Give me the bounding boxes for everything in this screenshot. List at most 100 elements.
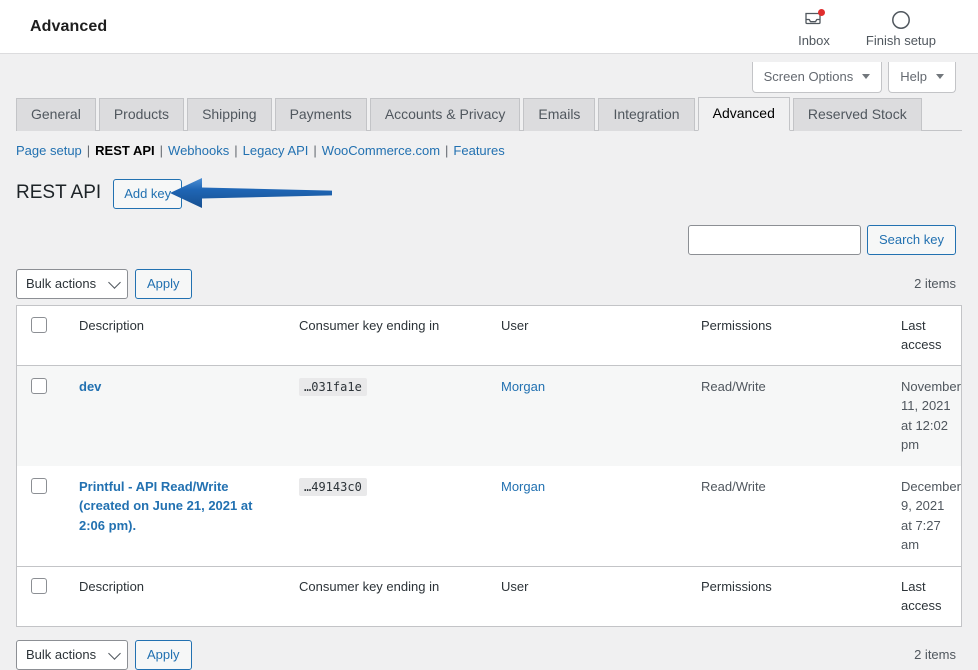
column-header-last-access[interactable]: Last access <box>891 305 962 365</box>
api-key-description-link[interactable]: dev <box>79 379 101 394</box>
chevron-down-icon <box>862 74 871 79</box>
column-footer-last-access[interactable]: Last access <box>891 566 962 626</box>
header-actions: Inbox Finish setup <box>798 6 954 48</box>
row-last-access-cell: December 9, 2021 at 7:27 am <box>901 478 961 553</box>
screen-options-label: Screen Options <box>763 69 854 84</box>
screen-options-button[interactable]: Screen Options <box>751 62 883 93</box>
row-description-cell: Printful - API Read/Write (created on Ju… <box>69 466 289 567</box>
select-all-footer <box>17 566 70 626</box>
row-user-cell: Morgan <box>491 365 691 466</box>
admin-page: Screen Options Help General Products Shi… <box>0 54 978 670</box>
row-last-access-cell: November 11, 2021 at 12:02 pm <box>901 378 961 453</box>
table-foot: Description Consumer key ending in User … <box>16 566 962 626</box>
subnav-link-features[interactable]: Features <box>453 141 504 161</box>
column-header-description[interactable]: Description <box>69 305 289 365</box>
chevron-down-icon <box>936 74 944 79</box>
row-select-cell <box>17 365 70 466</box>
tab-reserved-stock[interactable]: Reserved Stock <box>792 98 922 131</box>
items-count-bottom: 2 items <box>914 647 956 663</box>
progress-circle-icon <box>888 8 914 32</box>
settings-tabs: General Products Shipping Payments Accou… <box>16 97 962 131</box>
tab-shipping[interactable]: Shipping <box>187 98 272 131</box>
search-key-button[interactable]: Search key <box>866 224 956 255</box>
tab-integration[interactable]: Integration <box>598 98 695 131</box>
subnav-separator: | <box>159 142 164 158</box>
row-permissions-cell: Read/Write <box>701 378 766 394</box>
subnav-separator: | <box>445 142 449 158</box>
consumer-key-value: …49143c0 <box>299 477 367 496</box>
select-all-checkbox-top[interactable] <box>31 316 47 333</box>
tab-products[interactable]: Products <box>98 98 185 131</box>
row-permissions-cell: Read/Write <box>701 478 766 494</box>
inbox-notification-badge <box>818 8 825 16</box>
help-button[interactable]: Help <box>888 62 956 93</box>
subnav-link-page-setup[interactable]: Page setup <box>16 141 82 161</box>
tab-advanced[interactable]: Advanced <box>697 97 790 131</box>
api-key-description-link[interactable]: Printful - API Read/Write (created on Ju… <box>79 479 252 533</box>
column-header-consumer-key[interactable]: Consumer key ending in <box>289 305 491 365</box>
column-footer-consumer-key[interactable]: Consumer key ending in <box>289 566 491 626</box>
tablenav-top: Bulk actions Apply 2 items <box>16 268 962 299</box>
subnav-link-legacy-api[interactable]: Legacy API <box>243 141 309 161</box>
tab-general[interactable]: General <box>16 98 96 131</box>
page-title-row: REST API Add key <box>16 177 962 211</box>
apply-button-top[interactable]: Apply <box>135 268 192 299</box>
subnav-link-woocommerce-com[interactable]: WooCommerce.com <box>322 141 440 161</box>
help-label: Help <box>900 69 927 84</box>
row-consumer-key-cell: …49143c0 <box>289 466 491 567</box>
row-description-cell: dev <box>69 365 289 466</box>
table-header-row: Description Consumer key ending in User … <box>16 305 962 366</box>
search-box: Search key <box>16 224 962 255</box>
tab-payments[interactable]: Payments <box>274 98 367 131</box>
row-user-cell: Morgan <box>491 466 691 567</box>
bulk-actions-select-top[interactable]: Bulk actions <box>16 268 128 299</box>
subnav-separator: | <box>313 142 317 158</box>
subnav-separator: | <box>234 142 238 158</box>
screen-meta-links: Screen Options Help <box>16 54 962 93</box>
subnav-item-legacy-api: Legacy API | <box>243 141 322 161</box>
subnav-item-webhooks: Webhooks | <box>168 141 243 161</box>
row-consumer-key-cell: …031fa1e <box>289 365 491 466</box>
table-row: Printful - API Read/Write (created on Ju… <box>17 466 962 567</box>
inbox-button[interactable]: Inbox <box>798 6 830 48</box>
user-link[interactable]: Morgan <box>501 479 545 494</box>
tab-accounts-privacy[interactable]: Accounts & Privacy <box>369 98 521 131</box>
search-input[interactable] <box>687 224 861 255</box>
inbox-label: Inbox <box>798 32 830 48</box>
add-key-button[interactable]: Add key <box>113 178 183 209</box>
column-footer-description[interactable]: Description <box>69 566 289 626</box>
finish-setup-button[interactable]: Finish setup <box>866 6 936 48</box>
api-keys-table: Description Consumer key ending in User … <box>16 304 962 627</box>
subnav-link-rest-api[interactable]: REST API <box>95 141 154 161</box>
woocommerce-activity-header: Advanced Inbox Finish setup <box>0 0 978 54</box>
items-count-top: 2 items <box>914 276 956 292</box>
page-title: REST API <box>16 182 102 204</box>
finish-setup-label: Finish setup <box>865 32 936 48</box>
apply-button-bottom[interactable]: Apply <box>135 639 192 670</box>
bulk-actions-select-wrap: Bulk actions <box>16 639 128 670</box>
table-footer-row: Description Consumer key ending in User … <box>16 566 962 626</box>
consumer-key-value: …031fa1e <box>299 377 367 396</box>
tab-emails[interactable]: Emails <box>523 98 596 131</box>
annotation-arrow-left-icon <box>166 171 336 218</box>
user-link[interactable]: Morgan <box>501 379 545 394</box>
subnav: Page setup | REST API | Webhooks | Legac… <box>16 141 962 161</box>
subnav-link-webhooks[interactable]: Webhooks <box>168 141 229 161</box>
inbox-icon <box>801 8 827 32</box>
bulk-actions-select-bottom[interactable]: Bulk actions <box>16 639 128 670</box>
row-checkbox[interactable] <box>31 377 47 394</box>
table-row: dev …031fa1e Morgan Read/Write November … <box>16 365 962 466</box>
column-footer-permissions[interactable]: Permissions <box>691 566 891 626</box>
column-header-permissions[interactable]: Permissions <box>691 305 891 365</box>
bulk-actions-select-wrap: Bulk actions <box>16 268 128 299</box>
subnav-item-page-setup: Page setup | <box>16 141 95 161</box>
subnav-separator: | <box>86 142 91 158</box>
subnav-item-features: Features <box>453 141 504 161</box>
tablenav-bottom: Bulk actions Apply 2 items <box>16 639 962 670</box>
table-body: dev …031fa1e Morgan Read/Write November … <box>16 365 962 567</box>
row-checkbox[interactable] <box>31 477 47 494</box>
column-header-user[interactable]: User <box>491 305 691 365</box>
subnav-item-woocommerce-com: WooCommerce.com | <box>322 141 454 161</box>
column-footer-user[interactable]: User <box>491 566 691 626</box>
select-all-checkbox-bottom[interactable] <box>31 577 47 594</box>
